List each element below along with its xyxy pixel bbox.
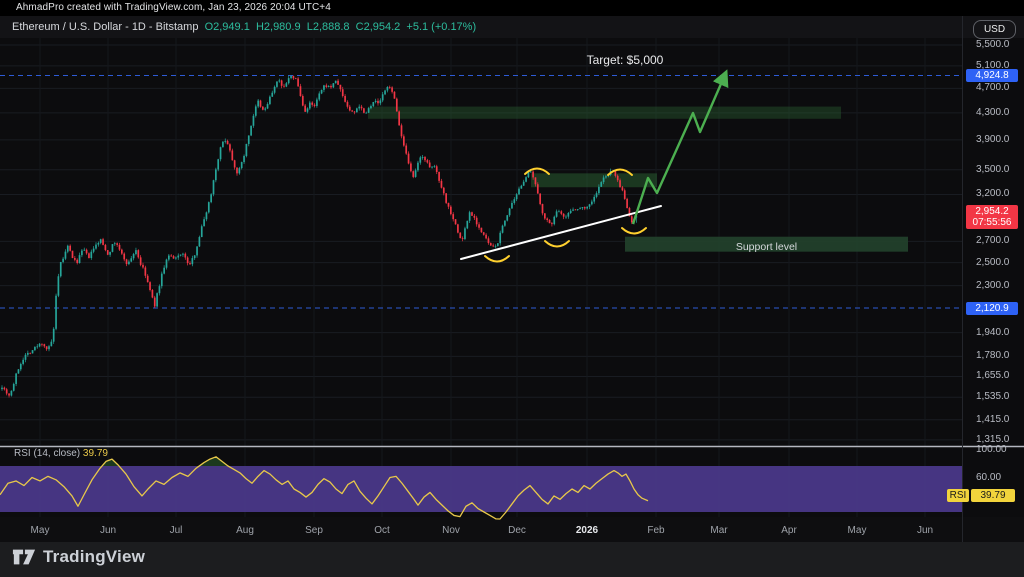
time-axis-label: Feb <box>634 525 678 536</box>
time-axis-label: Apr <box>767 525 811 536</box>
time-axis-label: Aug <box>223 525 267 536</box>
rsi-axis-tag: RSI <box>947 489 969 502</box>
time-axis-label: Jun <box>903 525 947 536</box>
last-price-badge: 2,954.2 07:55:56 <box>966 205 1018 229</box>
candle-countdown: 07:55:56 <box>966 217 1018 228</box>
time-axis-label: Dec <box>495 525 539 536</box>
tradingview-logo-text: TradingView <box>43 547 145 567</box>
price-badge-low: 2,120.9 <box>966 302 1018 315</box>
price-chart-canvas[interactable] <box>0 0 1024 577</box>
rsi-axis-label: 60.00 <box>976 472 1001 483</box>
price-badge-high: 4,924.8 <box>966 69 1018 82</box>
price-axis-label: 5,500.0 <box>976 39 1009 50</box>
tradingview-logo[interactable]: TradingView <box>12 547 145 567</box>
price-axis-label: 1,415.0 <box>976 414 1009 425</box>
price-axis-label: 2,300.0 <box>976 280 1009 291</box>
time-axis-label: May <box>18 525 62 536</box>
price-axis-label: 1,780.0 <box>976 350 1009 361</box>
price-axis-label: 4,300.0 <box>976 107 1009 118</box>
price-axis-label: 1,940.0 <box>976 327 1009 338</box>
time-axis-label: Oct <box>360 525 404 536</box>
price-axis-label: 1,535.0 <box>976 391 1009 402</box>
price-axis-label: 3,900.0 <box>976 134 1009 145</box>
rsi-indicator-legend[interactable]: RSI (14, close) 39.79 <box>14 448 108 459</box>
price-axis-label: 2,700.0 <box>976 235 1009 246</box>
price-axis-label: 3,500.0 <box>976 164 1009 175</box>
time-axis-label: Sep <box>292 525 336 536</box>
support-level-label: Support level <box>625 241 908 253</box>
price-axis-label: 4,700.0 <box>976 82 1009 93</box>
time-axis-label: Jun <box>86 525 130 536</box>
price-axis-label: 3,200.0 <box>976 188 1009 199</box>
price-axis-label: 2,500.0 <box>976 257 1009 268</box>
price-axis-label: 5,100.0 <box>976 60 1009 71</box>
target-annotation: Target: $5,000 <box>570 53 680 67</box>
tradingview-logo-icon <box>12 548 36 566</box>
rsi-axis-value-badge: 39.79 <box>971 489 1015 502</box>
time-axis-label: Jul <box>154 525 198 536</box>
time-axis-label: 2026 <box>565 525 609 536</box>
rsi-legend-value: 39.79 <box>83 448 108 459</box>
time-axis-label: Nov <box>429 525 473 536</box>
time-axis-label: Mar <box>697 525 741 536</box>
rsi-axis-label: 100.00 <box>976 444 1007 455</box>
time-axis-label: May <box>835 525 879 536</box>
price-axis-label: 1,655.0 <box>976 370 1009 381</box>
last-price-value: 2,954.2 <box>966 206 1018 217</box>
